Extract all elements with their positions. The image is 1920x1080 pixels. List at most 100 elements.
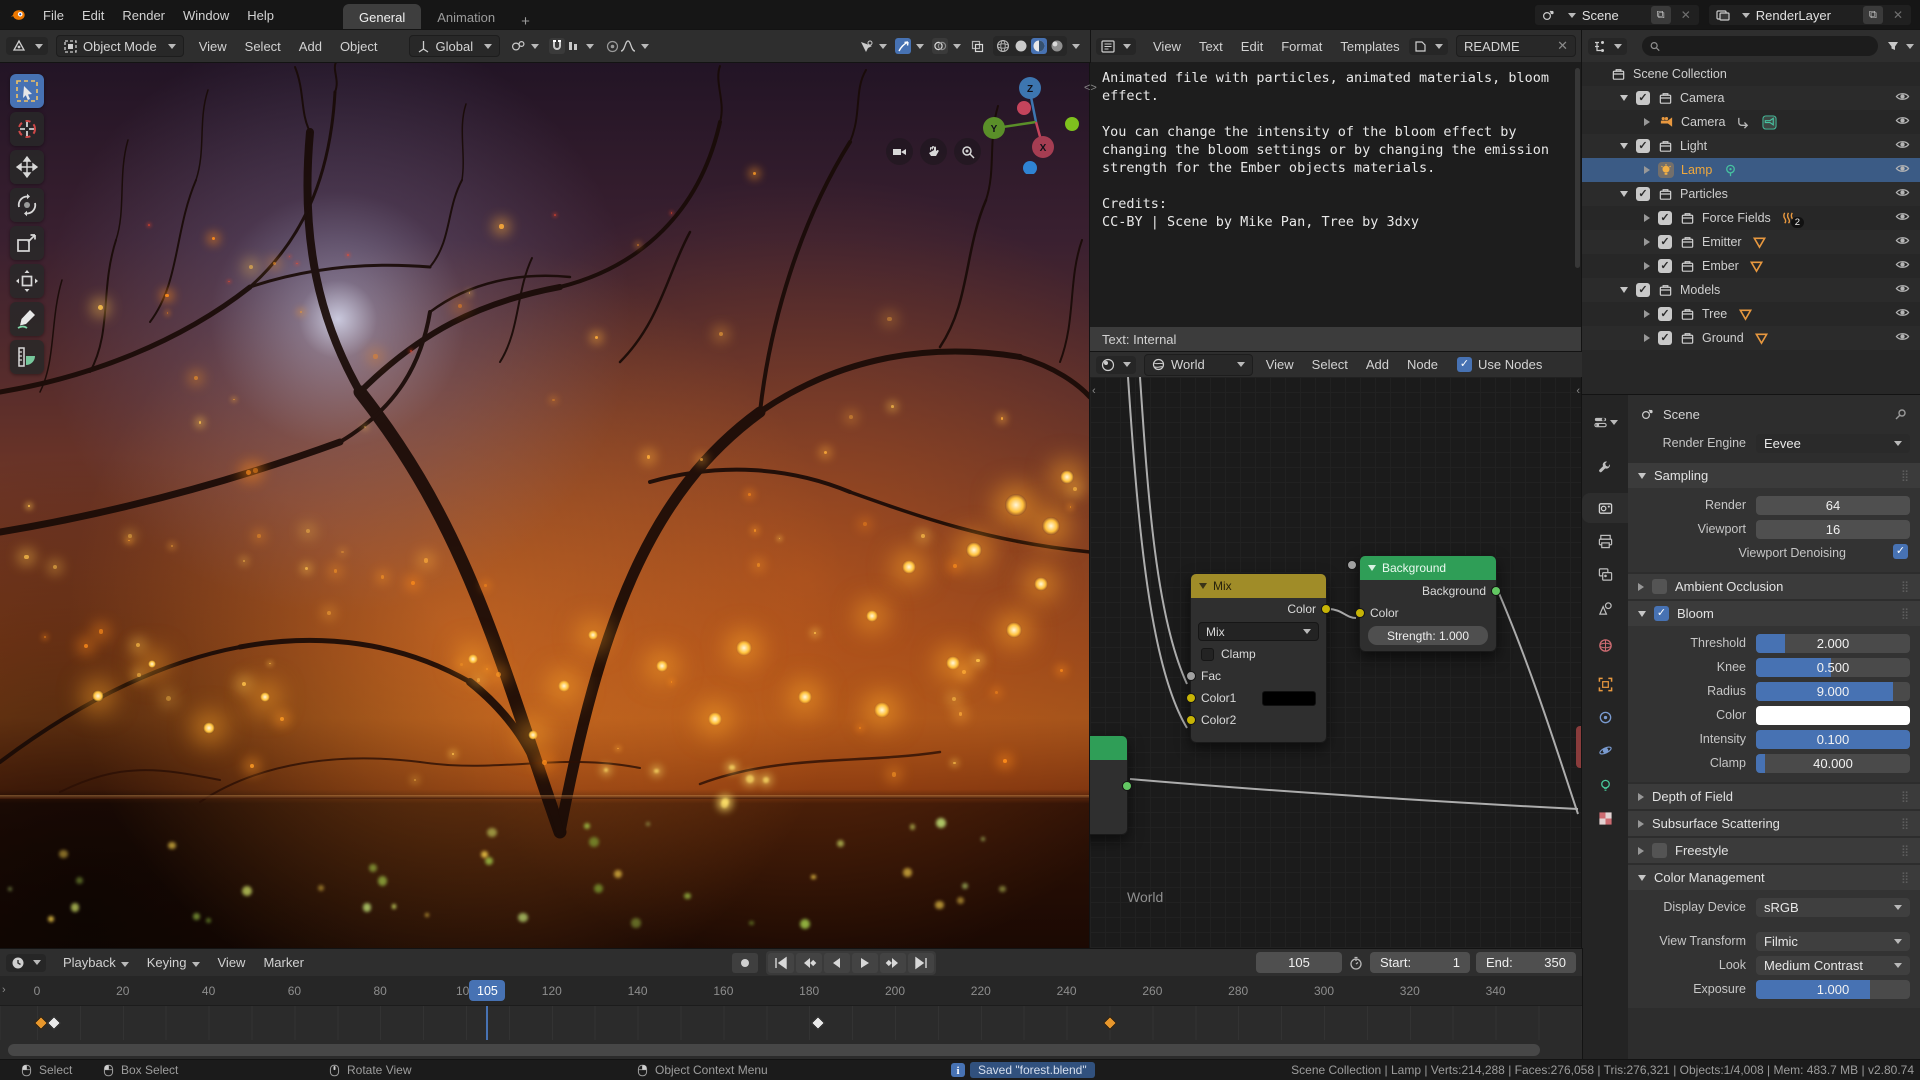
collection-checkbox[interactable]: ✓ bbox=[1658, 307, 1672, 321]
proportional-editing-icon[interactable] bbox=[604, 38, 620, 54]
light-data-indicator[interactable] bbox=[1722, 162, 1738, 178]
menu-view[interactable]: View bbox=[199, 39, 227, 54]
chevron-down-icon[interactable] bbox=[531, 44, 539, 49]
outliner-row-camera[interactable]: ✓Camera bbox=[1582, 86, 1920, 110]
panel-grip-icon[interactable]: ⣿ bbox=[1901, 871, 1910, 884]
chevron-down-icon[interactable] bbox=[1072, 44, 1080, 49]
disclosure-closed-icon[interactable] bbox=[1638, 583, 1644, 591]
knee-slider[interactable]: 0.500 bbox=[1756, 658, 1910, 677]
outliner-row-light[interactable]: ✓Light bbox=[1582, 134, 1920, 158]
disclosure-open-icon[interactable] bbox=[1638, 875, 1646, 881]
props-tab-render[interactable] bbox=[1582, 493, 1628, 523]
tool-measure-button[interactable] bbox=[10, 340, 44, 374]
disclosure-closed-icon[interactable] bbox=[1638, 847, 1644, 855]
props-tab-viewlayer[interactable] bbox=[1582, 559, 1628, 589]
camera-data-indicator[interactable] bbox=[1761, 114, 1777, 130]
tool-transform-button[interactable] bbox=[10, 264, 44, 298]
viewport-3d[interactable]: Z Y X bbox=[0, 62, 1090, 949]
background-node[interactable]: Background Background Color Strength: 1.… bbox=[1359, 555, 1497, 652]
outliner-row-scene-collection[interactable]: Scene Collection bbox=[1582, 62, 1920, 86]
look-dropdown[interactable]: Medium Contrast bbox=[1756, 956, 1910, 975]
menu-node[interactable]: Node bbox=[1407, 357, 1438, 372]
tool-cursor-button[interactable] bbox=[10, 112, 44, 146]
falloff-curve-icon[interactable] bbox=[620, 38, 636, 54]
visibility-toggle[interactable] bbox=[1894, 257, 1910, 276]
chevron-down-icon[interactable] bbox=[586, 44, 594, 49]
partial-node[interactable]: der bbox=[1090, 735, 1128, 835]
properties-editor-type-button[interactable] bbox=[1582, 407, 1628, 437]
region-corner-widget[interactable]: ‹ bbox=[1576, 385, 1580, 397]
add-workspace-button[interactable]: + bbox=[511, 13, 540, 30]
outliner-row-camera[interactable]: Camera bbox=[1582, 110, 1920, 134]
props-tab-object[interactable] bbox=[1582, 669, 1628, 699]
disclosure-open-icon[interactable] bbox=[1620, 191, 1628, 197]
zoom-view-button[interactable] bbox=[954, 138, 981, 165]
display-device-dropdown[interactable]: sRGB bbox=[1756, 898, 1910, 917]
use-nodes-checkbox[interactable]: ✓ bbox=[1457, 357, 1472, 372]
current-frame-line[interactable] bbox=[486, 1006, 488, 1040]
breadcrumb[interactable]: Scene bbox=[1663, 407, 1700, 422]
background-output-socket[interactable] bbox=[1491, 586, 1501, 596]
visibility-toggle[interactable] bbox=[1894, 89, 1910, 108]
ambient-occlusion-checkbox[interactable] bbox=[1652, 579, 1667, 594]
disclosure-closed-icon[interactable] bbox=[1644, 310, 1650, 318]
snap-target-icon[interactable] bbox=[565, 38, 581, 54]
menu-playback[interactable]: Playback bbox=[63, 955, 129, 970]
panel-grip-icon[interactable]: ⣿ bbox=[1901, 469, 1910, 482]
timeline-ruler[interactable]: 0204060801001201401601802002202402602803… bbox=[0, 976, 1582, 1006]
props-tab-data[interactable] bbox=[1582, 770, 1628, 800]
tab-general[interactable]: General bbox=[343, 4, 421, 30]
new-scene-button[interactable]: ⧉ bbox=[1651, 6, 1671, 24]
timeline-scrollbar[interactable] bbox=[8, 1044, 1540, 1056]
chevron-down-icon[interactable] bbox=[879, 44, 887, 49]
clamp-slider[interactable]: 40.000 bbox=[1756, 754, 1910, 773]
render-layer-browse-icon[interactable] bbox=[1715, 7, 1731, 23]
panel-grip-icon[interactable]: ⣿ bbox=[1901, 607, 1910, 620]
collapse-node-icon[interactable] bbox=[1199, 583, 1207, 589]
jump-start-button[interactable] bbox=[768, 953, 794, 973]
chevron-down-icon[interactable] bbox=[641, 44, 649, 49]
color2-input-socket[interactable] bbox=[1186, 715, 1196, 725]
tool-rotate-button[interactable] bbox=[10, 188, 44, 222]
panel-header-subsurface-scattering[interactable]: Subsurface Scattering⣿ bbox=[1628, 811, 1920, 836]
menu-view[interactable]: View bbox=[1153, 39, 1181, 54]
editor-type-viewport-button[interactable] bbox=[6, 37, 48, 55]
menu-view[interactable]: View bbox=[1266, 357, 1294, 372]
chevron-down-icon[interactable] bbox=[916, 44, 924, 49]
collection-checkbox[interactable]: ✓ bbox=[1636, 139, 1650, 153]
menu-select[interactable]: Select bbox=[245, 39, 281, 54]
disclosure-closed-icon[interactable] bbox=[1644, 118, 1650, 126]
view-transform-dropdown[interactable]: Filmic bbox=[1756, 932, 1910, 951]
pan-view-button[interactable] bbox=[920, 138, 947, 165]
node-canvas[interactable]: der Mix Color Mix Clamp bbox=[1090, 377, 1582, 949]
viewport-field[interactable]: 16 bbox=[1756, 520, 1910, 539]
collection-checkbox[interactable]: ✓ bbox=[1636, 91, 1650, 105]
color-color-swatch[interactable] bbox=[1756, 706, 1910, 725]
tool-scale-button[interactable] bbox=[10, 226, 44, 260]
strength-field[interactable]: Strength: 1.000 bbox=[1368, 626, 1488, 645]
xray-toggle-icon[interactable] bbox=[969, 38, 985, 54]
color-output-socket[interactable] bbox=[1321, 604, 1331, 614]
disclosure-closed-icon[interactable] bbox=[1644, 166, 1650, 174]
visibility-toggle[interactable] bbox=[1894, 209, 1910, 228]
text-datablock-field[interactable]: README ✕ bbox=[1456, 35, 1576, 57]
visibility-toggle[interactable] bbox=[1894, 329, 1910, 348]
clamp-checkbox[interactable] bbox=[1201, 648, 1214, 661]
menu-select[interactable]: Select bbox=[1312, 357, 1348, 372]
panel-header-bloom[interactable]: ✓Bloom⣿ bbox=[1628, 601, 1920, 626]
panel-grip-icon[interactable]: ⣿ bbox=[1901, 580, 1910, 593]
collection-checkbox[interactable]: ✓ bbox=[1658, 259, 1672, 273]
tool-annotate-button[interactable] bbox=[10, 302, 44, 336]
render-layer-name[interactable]: RenderLayer bbox=[1756, 8, 1857, 23]
mesh-indicator[interactable] bbox=[1754, 330, 1770, 346]
keyframe-diamond[interactable] bbox=[811, 1016, 825, 1030]
menu-edit[interactable]: Edit bbox=[82, 8, 104, 23]
menu-render[interactable]: Render bbox=[122, 8, 165, 23]
chevron-down-icon[interactable] bbox=[953, 44, 961, 49]
shader-datablock-dropdown[interactable]: World bbox=[1144, 354, 1253, 376]
threshold-slider[interactable]: 2.000 bbox=[1756, 634, 1910, 653]
mesh-indicator[interactable] bbox=[1737, 306, 1753, 322]
jump-end-button[interactable] bbox=[908, 953, 934, 973]
disclosure-closed-icon[interactable] bbox=[1644, 214, 1650, 222]
outliner-row-lamp[interactable]: Lamp bbox=[1582, 158, 1920, 182]
